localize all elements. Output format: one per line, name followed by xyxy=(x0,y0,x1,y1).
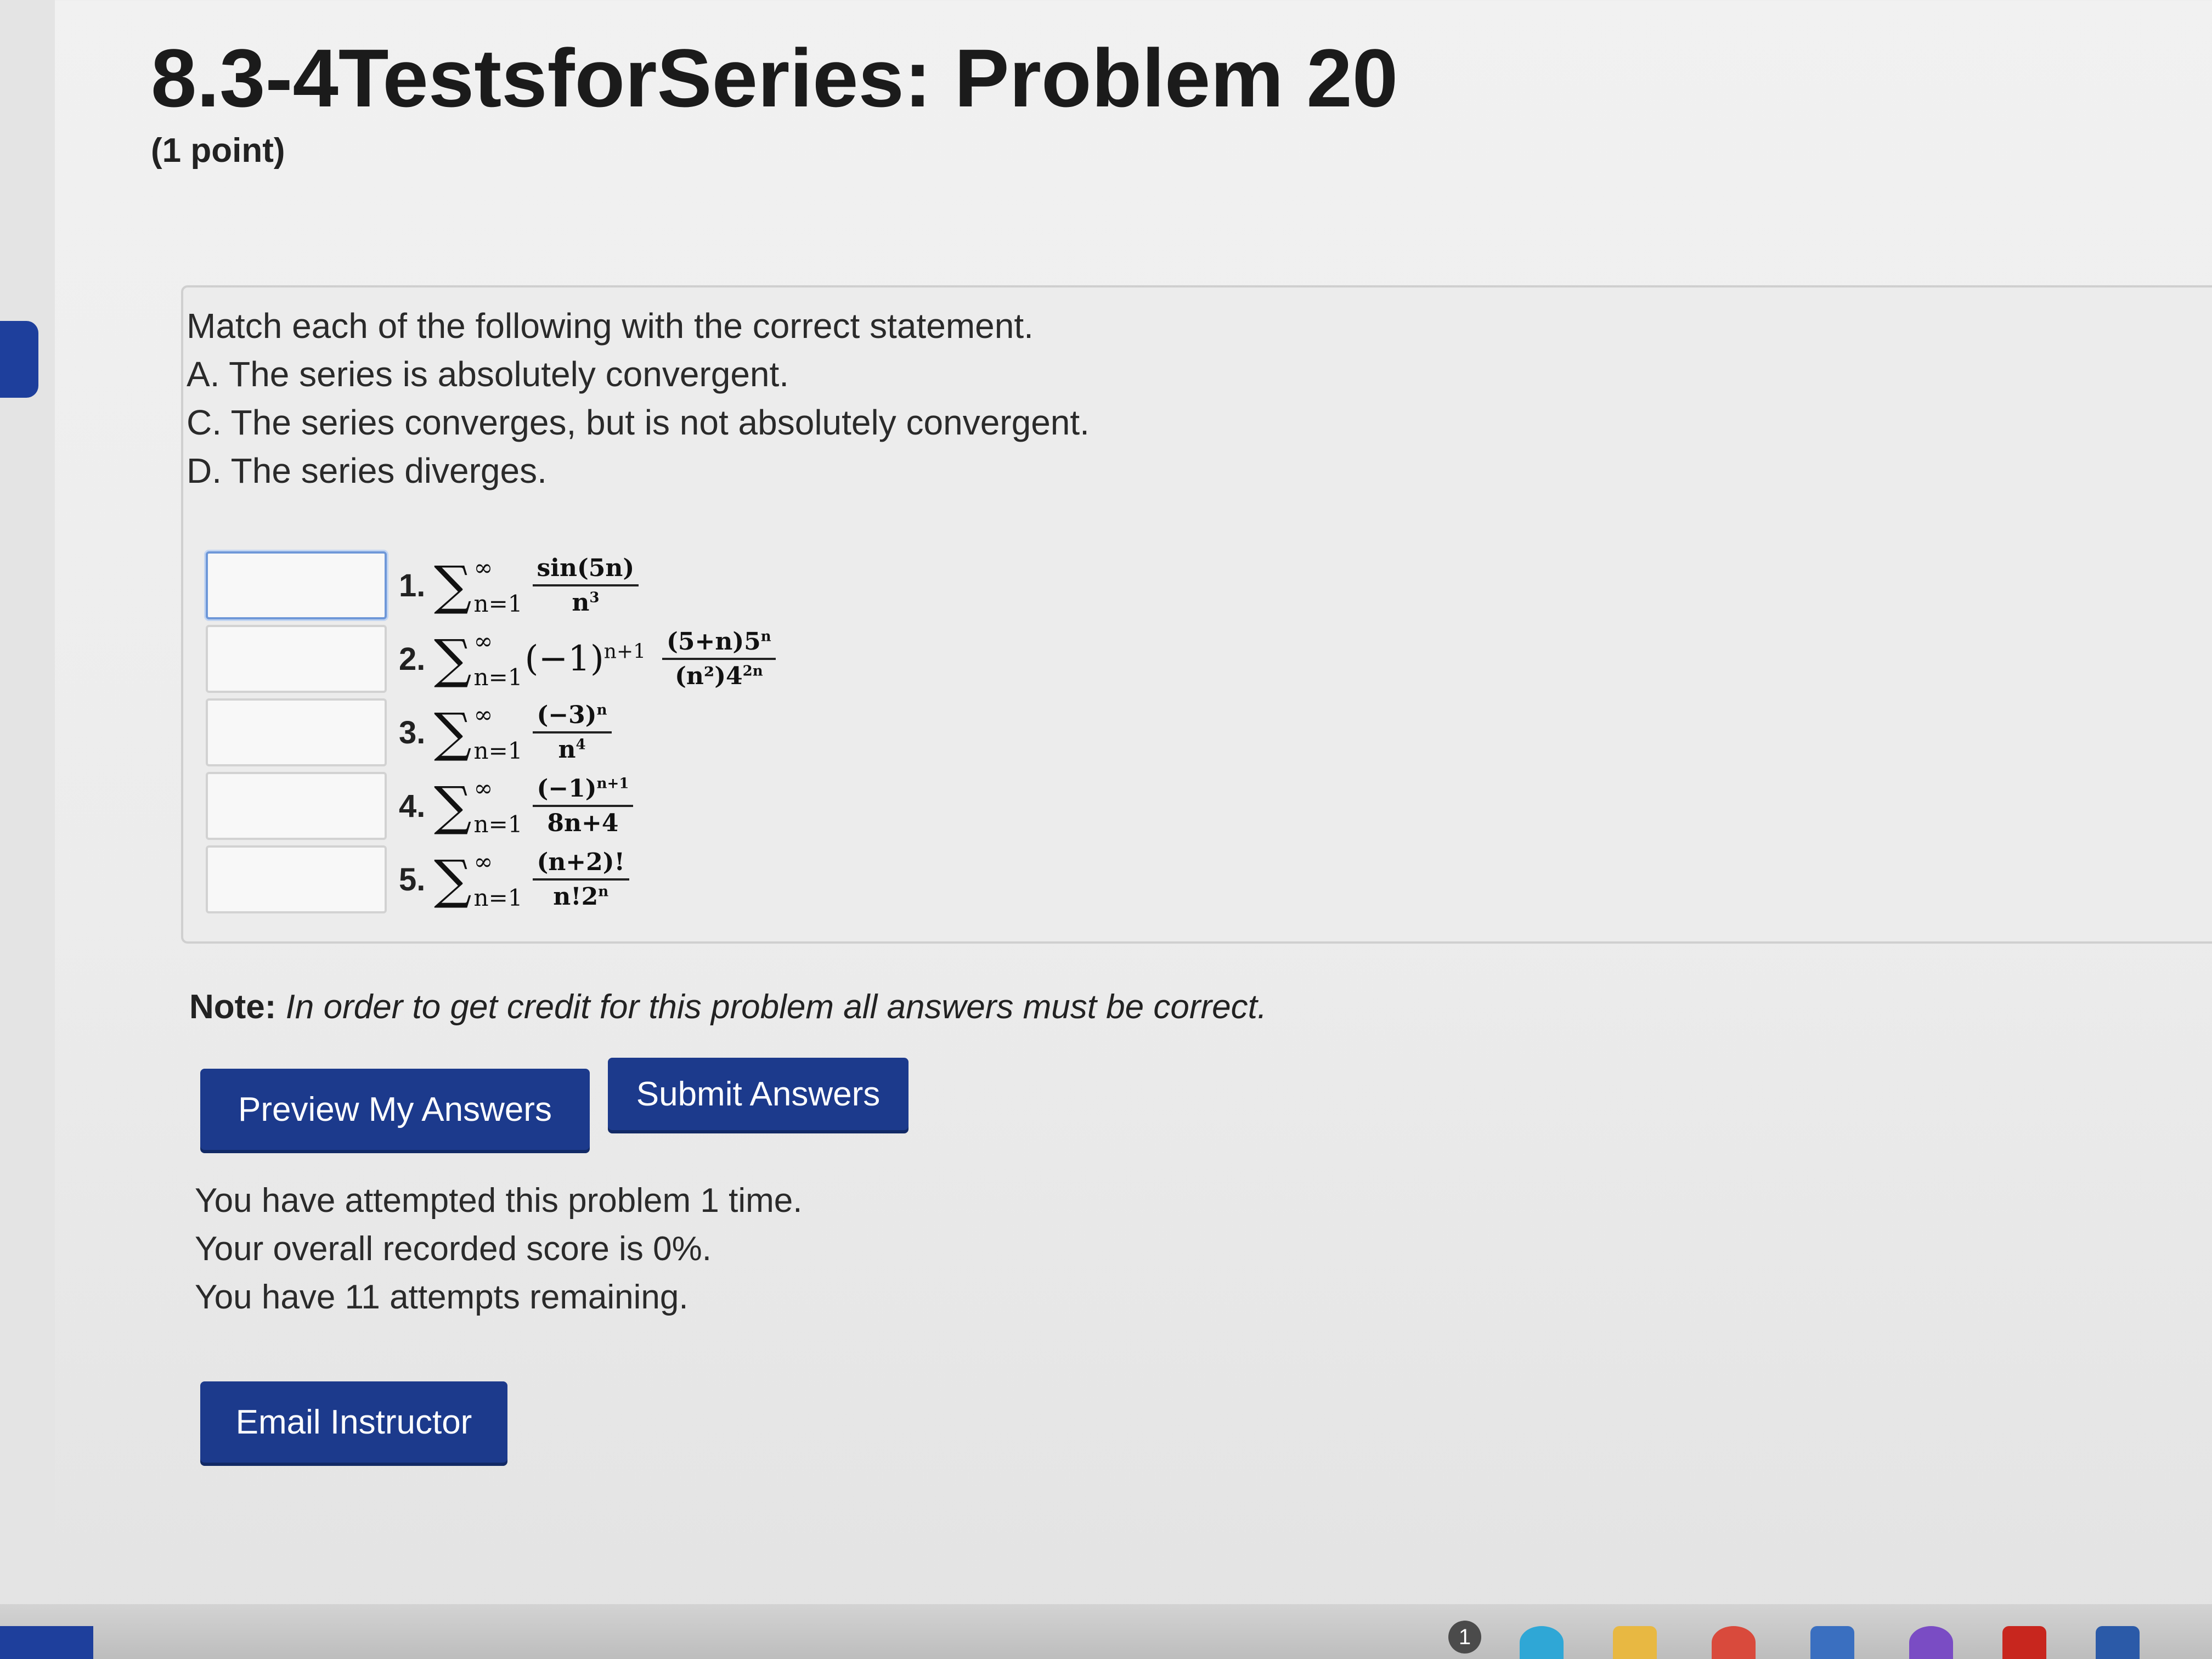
left-edge-strip xyxy=(0,0,55,1659)
word-icon[interactable] xyxy=(2096,1626,2140,1659)
note-text: In order to get credit for this problem … xyxy=(285,988,1267,1026)
summation-symbol: ∑ xyxy=(434,702,472,763)
fraction: (−3)n n4 xyxy=(532,701,612,764)
start-area[interactable] xyxy=(0,1626,93,1659)
statement-option-c: C. The series converges, but is not abso… xyxy=(187,403,1090,442)
row-number: 1. xyxy=(399,567,426,603)
credit-note: Note: In order to get credit for this pr… xyxy=(189,988,1267,1026)
answer-input-4[interactable] xyxy=(206,772,387,840)
row-number: 5. xyxy=(399,861,426,898)
matching-row-3: 3. ∑ ∞ n=1 (−3)n n4 xyxy=(206,696,864,769)
upper-limit: ∞ xyxy=(473,701,493,728)
attempts-remaining: You have 11 attempts remaining. xyxy=(195,1278,689,1316)
denominator-exponent: 2n xyxy=(742,663,763,680)
denominator: n xyxy=(572,589,590,617)
fraction: (n+2)! n!2n xyxy=(532,848,629,911)
summation-symbol: ∑ xyxy=(434,775,472,837)
denominator-exponent: 3 xyxy=(589,589,600,606)
statement-option-a: A. The series is absolutely convergent. xyxy=(187,354,789,394)
lower-limit: n=1 xyxy=(473,811,523,838)
lower-limit: n=1 xyxy=(473,884,523,911)
attempt-status: You have attempted this problem 1 time. … xyxy=(195,1177,802,1322)
answer-input-2[interactable] xyxy=(206,625,387,693)
lower-limit: n=1 xyxy=(473,664,523,691)
page-title: 8.3-4TestsforSeries: Problem 20 xyxy=(151,32,1398,124)
row-number: 2. xyxy=(399,641,426,677)
numerator-exponent: n+1 xyxy=(596,775,629,792)
fraction: (−1)n+1 8n+4 xyxy=(532,775,634,837)
notification-badge-icon[interactable]: 1 xyxy=(1448,1621,1481,1654)
numerator: sin(5n) xyxy=(537,554,635,582)
denominator-exponent: n xyxy=(598,883,609,900)
summation-symbol: ∑ xyxy=(434,849,472,910)
numerator: (n+2)! xyxy=(537,848,625,876)
note-label: Note: xyxy=(189,988,276,1026)
instructions: Match each of the following with the cor… xyxy=(187,302,1090,495)
matching-row-1: 1. ∑ ∞ n=1 sin(5n) n3 xyxy=(206,549,864,622)
chrome-icon[interactable] xyxy=(1712,1626,1756,1659)
matching-row-2: 2. ∑ ∞ n=1 (−1)n+1 (5+n)5n (n²)42n xyxy=(206,622,864,696)
denominator-exponent: 4 xyxy=(575,736,586,753)
problem-header: 8.3-4TestsforSeries: Problem 20 (1 point… xyxy=(151,33,1398,170)
numerator: (5+n)5 xyxy=(667,628,761,656)
series-formula-4: ∑ ∞ n=1 (−1)n+1 8n+4 xyxy=(434,775,634,838)
edge-browser-icon[interactable] xyxy=(1520,1626,1564,1659)
numerator: (−3) xyxy=(537,701,597,729)
series-formula-3: ∑ ∞ n=1 (−3)n n4 xyxy=(434,701,612,764)
lower-limit: n=1 xyxy=(473,737,523,764)
answer-input-1[interactable] xyxy=(206,551,387,619)
email-instructor-button[interactable]: Email Instructor xyxy=(200,1381,507,1463)
sidebar-toggle-tab[interactable] xyxy=(0,321,38,398)
taskbar: 1 xyxy=(0,1604,2212,1659)
store-icon[interactable] xyxy=(1810,1626,1854,1659)
problem-points: (1 point) xyxy=(151,132,285,170)
upper-limit: ∞ xyxy=(473,848,493,875)
denominator: (n²)4 xyxy=(675,662,743,690)
fraction: sin(5n) n3 xyxy=(532,554,639,617)
acrobat-icon[interactable] xyxy=(2002,1626,2046,1659)
row-number: 3. xyxy=(399,714,426,751)
denominator: n!2 xyxy=(553,883,599,911)
denominator: 8n+4 xyxy=(547,809,619,837)
row-number: 4. xyxy=(399,788,426,824)
matching-row-5: 5. ∑ ∞ n=1 (n+2)! n!2n xyxy=(206,843,864,916)
instructions-prompt: Match each of the following with the cor… xyxy=(187,306,1034,346)
preview-answers-button[interactable]: Preview My Answers xyxy=(200,1069,590,1150)
file-explorer-icon[interactable] xyxy=(1613,1626,1657,1659)
statement-option-d: D. The series diverges. xyxy=(187,451,547,490)
numerator-exponent: n xyxy=(760,628,771,645)
summation-symbol: ∑ xyxy=(434,628,472,690)
attempt-count: You have attempted this problem 1 time. xyxy=(195,1182,803,1220)
copilot-icon[interactable] xyxy=(1909,1626,1953,1659)
alternating-factor: (−1)n+1 xyxy=(524,639,646,679)
lower-limit: n=1 xyxy=(473,590,523,617)
upper-limit: ∞ xyxy=(473,775,493,802)
numerator: (−1) xyxy=(537,775,597,803)
factor-exponent: n+1 xyxy=(603,640,646,663)
fraction: (5+n)5n (n²)42n xyxy=(662,628,776,690)
recorded-score: Your overall recorded score is 0%. xyxy=(195,1230,712,1268)
numerator-exponent: n xyxy=(596,702,607,719)
matching-row-4: 4. ∑ ∞ n=1 (−1)n+1 8n+4 xyxy=(206,769,864,843)
series-formula-5: ∑ ∞ n=1 (n+2)! n!2n xyxy=(434,848,629,911)
answer-input-5[interactable] xyxy=(206,845,387,913)
upper-limit: ∞ xyxy=(473,554,493,581)
answer-input-3[interactable] xyxy=(206,698,387,766)
submit-answers-button[interactable]: Submit Answers xyxy=(608,1058,909,1130)
summation-symbol: ∑ xyxy=(434,555,472,616)
denominator: n xyxy=(558,736,576,764)
upper-limit: ∞ xyxy=(473,628,493,654)
series-formula-2: ∑ ∞ n=1 (−1)n+1 (5+n)5n (n²)42n xyxy=(434,628,776,690)
series-formula-1: ∑ ∞ n=1 sin(5n) n3 xyxy=(434,554,639,617)
